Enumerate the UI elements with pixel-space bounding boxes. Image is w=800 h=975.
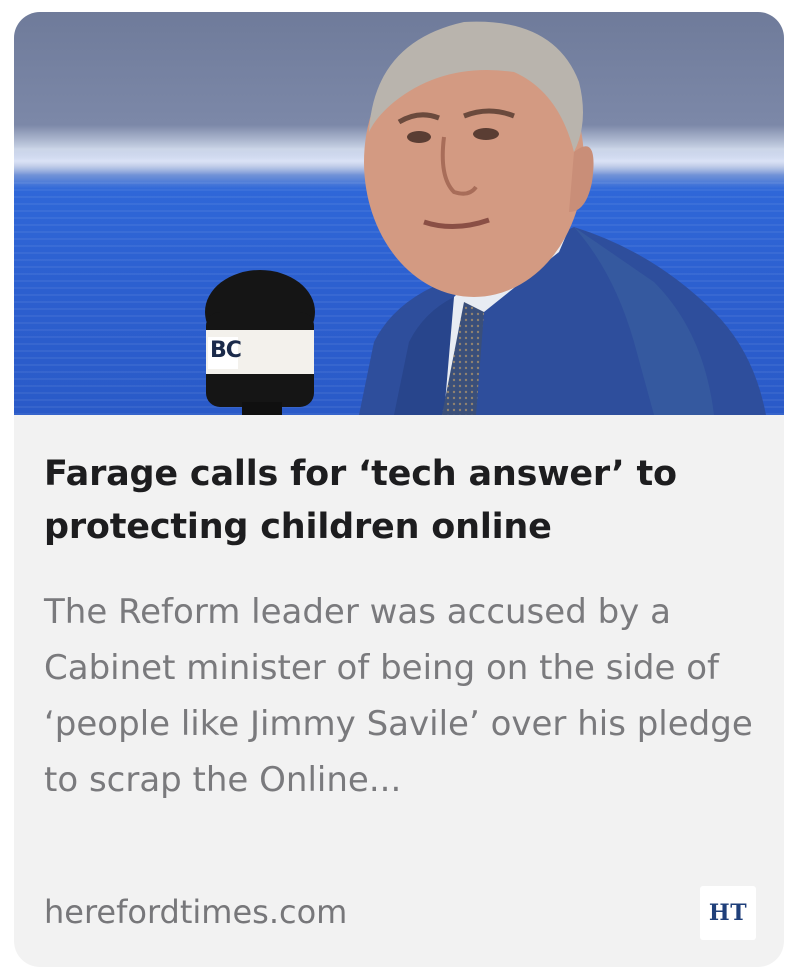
news-card[interactable]: BC Farage calls for ‘tech answer’ to pro… [14, 12, 784, 967]
article-source: herefordtimes.com [44, 893, 348, 931]
article-summary: The Reform leader was accused by a Cabin… [44, 592, 753, 800]
article-image[interactable]: BC [14, 12, 784, 415]
microphone-logo-text: BC [210, 338, 242, 363]
photo-illustration [205, 21, 766, 415]
publisher-logo: HT [700, 886, 756, 940]
article-headline[interactable]: Farage calls for ‘tech answer’ to protec… [44, 448, 759, 554]
